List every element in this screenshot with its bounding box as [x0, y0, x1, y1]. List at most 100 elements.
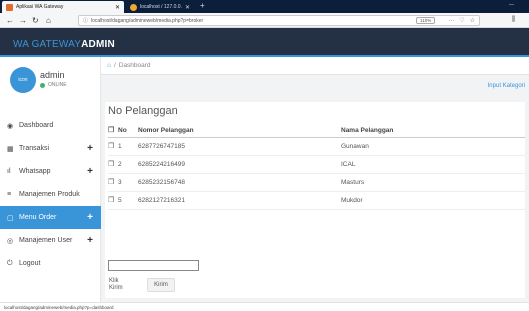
sidebar-item-label: Dashboard — [19, 122, 54, 129]
library-icon[interactable]: ⫼ — [512, 16, 515, 24]
sidebar-item-whatsapp[interactable]: ıl Whatsapp + — [0, 160, 101, 183]
row-nomor: 6285232156748 — [138, 173, 341, 192]
minimize-icon[interactable]: — — [509, 2, 514, 8]
bookmark-star-icon[interactable]: ☆ — [470, 17, 475, 24]
breadcrumb-separator: / — [113, 62, 116, 69]
brand-logo[interactable]: WA GATEWAYADMIN — [13, 39, 115, 50]
power-icon: ⏻ — [7, 259, 13, 267]
row-checkbox[interactable]: ❒ — [108, 137, 118, 156]
breadcrumb-item[interactable]: Dashboard — [119, 62, 151, 69]
column-header-no: No — [118, 124, 138, 138]
sidebar-item-manajemen-user[interactable]: ◎ Manajemen User + — [0, 229, 101, 252]
sidebar-item-label: Manajemen User — [19, 237, 73, 244]
select-all-checkbox[interactable]: ❒ — [108, 124, 118, 138]
avatar: icon — [10, 67, 36, 93]
sidebar-item-label: Manajemen Produk — [19, 191, 80, 198]
row-no: 3 — [118, 173, 138, 192]
home-icon[interactable]: ⌂ — [107, 62, 111, 69]
bar-chart-icon: ıl — [7, 168, 11, 175]
sidebar-item-label: Menu Order — [19, 214, 57, 221]
site-info-icon[interactable]: ⓘ — [83, 17, 88, 24]
page-actions-icon[interactable]: ··· — [448, 18, 454, 24]
sidebar-item-label: Whatsapp — [19, 168, 51, 175]
row-no: 1 — [118, 137, 138, 156]
sidebar-item-logout[interactable]: ⏻ Logout — [0, 252, 101, 275]
address-bar-url[interactable]: localhost/dagang/admineweb/media.php?p=b… — [91, 18, 416, 24]
tab-title: Aplikasi WA Gateway — [16, 4, 64, 10]
row-nomor: 6282127216321 — [138, 191, 341, 210]
sidebar-item-menu-order[interactable]: ▢ Menu Order + — [0, 206, 101, 229]
calendar-icon: ▦ — [7, 145, 14, 153]
online-dot-icon — [40, 82, 45, 88]
row-checkbox[interactable]: ❒ — [108, 173, 118, 192]
page-title: No Pelanggan — [108, 105, 178, 117]
sidebar: icon admin ONLINE ◉ Dashboard ▦ Transaks… — [0, 57, 101, 302]
new-tab-button[interactable]: + — [200, 1, 205, 10]
message-form — [108, 260, 199, 272]
expand-plus-icon[interactable]: + — [87, 166, 93, 177]
browser-tab-active[interactable]: Aplikasi WA Gateway ✕ — [2, 1, 124, 13]
table-row: ❒ 3 6285232156748 Masturs — [108, 173, 525, 192]
table-row: ❒ 2 6285224216499 ICAL — [108, 155, 525, 174]
brand-prefix: WA GATEWAY — [13, 39, 82, 50]
close-tab-icon[interactable]: ✕ — [185, 4, 190, 11]
breadcrumb: ⌂ / Dashboard — [101, 57, 529, 75]
sidebar-item-label: Logout — [19, 260, 41, 267]
klik-kirim-label: Klik Kirim — [109, 278, 123, 291]
row-nomor: 6285224216499 — [138, 155, 341, 174]
address-bar[interactable]: ⓘ localhost/dagang/admineweb/media.php?p… — [78, 15, 480, 26]
row-nama: Masturs — [341, 173, 525, 192]
dashboard-icon: ◉ — [7, 122, 14, 130]
row-nama: Gunawan — [341, 137, 525, 156]
brand-bold: ADMIN — [81, 39, 115, 50]
pelanggan-panel: No Pelanggan ❒ No Nomor Pelanggan Nama P… — [105, 102, 525, 298]
row-checkbox[interactable]: ❒ — [108, 155, 118, 174]
home-icon[interactable]: ⌂ — [46, 16, 51, 25]
table-header-row: ❒ No Nomor Pelanggan Nama Pelanggan — [108, 124, 525, 138]
user-name: admin — [40, 70, 65, 80]
input-kategori-link[interactable]: Input Kategori — [488, 83, 525, 89]
zoom-level[interactable]: 110% — [416, 17, 436, 24]
main-content: ⌂ / Dashboard Input Kategori No Pelangga… — [101, 57, 529, 302]
reload-icon[interactable]: ↻ — [32, 16, 39, 25]
sidebar-item-label: Transaksi — [19, 145, 50, 152]
browser-status-bar: localhost/dagang/admineweb/media.php?p=d… — [0, 302, 529, 311]
user-status-label: ONLINE — [48, 82, 67, 88]
user-icon: ◎ — [7, 237, 14, 245]
pocket-icon[interactable]: ♡ — [459, 17, 464, 24]
expand-plus-icon[interactable]: + — [87, 235, 93, 246]
row-no: 5 — [118, 191, 138, 210]
row-no: 2 — [118, 155, 138, 174]
sidebar-item-dashboard[interactable]: ◉ Dashboard — [0, 114, 101, 137]
table-row: ❒ 1 6287726747185 Gunawan — [108, 137, 525, 156]
column-header-nama: Nama Pelanggan — [341, 124, 525, 138]
table-row: ❒ 5 6282127216321 Mukdor — [108, 191, 525, 210]
back-icon[interactable]: ← — [6, 16, 14, 25]
expand-plus-icon[interactable]: + — [87, 212, 93, 223]
clipboard-icon: ▢ — [7, 214, 14, 222]
browser-tab-inactive[interactable]: localhost / 127.0.0.1 / dagang ✕ — [126, 1, 194, 13]
pelanggan-table: ❒ No Nomor Pelanggan Nama Pelanggan ❒ 1 … — [108, 124, 525, 210]
site-favicon-icon — [6, 3, 13, 11]
close-tab-icon[interactable]: ✕ — [115, 4, 120, 11]
list-icon: ≡ — [7, 191, 12, 198]
user-panel: icon admin ONLINE — [0, 57, 101, 105]
message-input[interactable] — [108, 260, 199, 271]
phpmyadmin-favicon-icon — [130, 3, 137, 11]
row-nama: ICAL — [341, 155, 525, 174]
kirim-button[interactable]: Kirim — [147, 278, 175, 292]
sidebar-item-transaksi[interactable]: ▦ Transaksi + — [0, 137, 101, 160]
forward-icon[interactable]: → — [19, 16, 27, 25]
expand-plus-icon[interactable]: + — [87, 143, 93, 154]
browser-tab-bar: Aplikasi WA Gateway ✕ localhost / 127.0.… — [0, 0, 529, 13]
row-nama: Mukdor — [341, 191, 525, 210]
tab-title: localhost / 127.0.0.1 / dagang — [140, 4, 182, 10]
column-header-nomor: Nomor Pelanggan — [138, 124, 341, 138]
sidebar-menu: ◉ Dashboard ▦ Transaksi + ıl Whatsapp + … — [0, 114, 101, 275]
browser-toolbar: ← → ↻ ⌂ ⓘ localhost/dagang/admineweb/med… — [0, 13, 529, 28]
app-header: WA GATEWAYADMIN — [0, 28, 529, 57]
user-status: ONLINE — [40, 82, 67, 88]
sidebar-item-manajemen-produk[interactable]: ≡ Manajemen Produk — [0, 183, 101, 206]
row-nomor: 6287726747185 — [138, 137, 341, 156]
row-checkbox[interactable]: ❒ — [108, 191, 118, 210]
